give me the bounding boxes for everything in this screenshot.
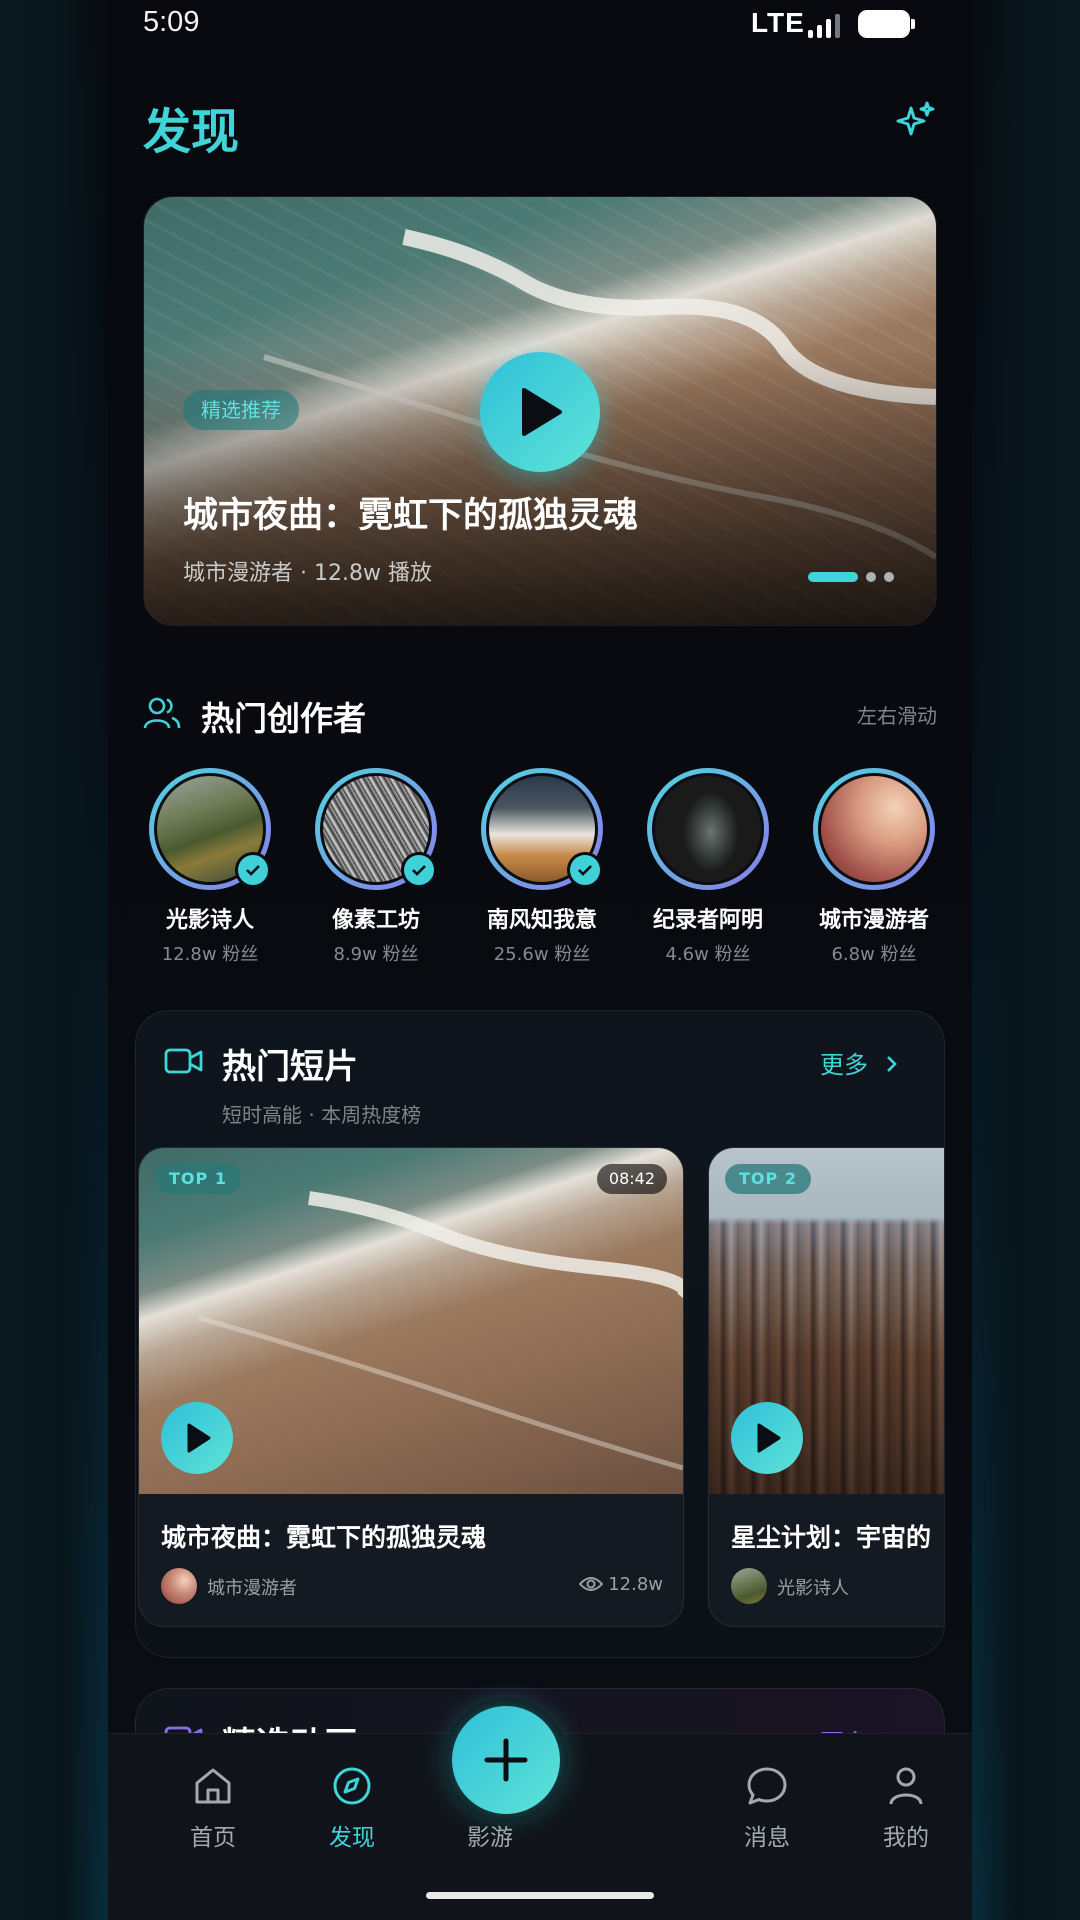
carousel-dot[interactable] — [884, 572, 894, 582]
creator-fans: 8.9w 粉丝 — [333, 944, 419, 965]
avatar-ring — [647, 768, 769, 890]
creator-fans: 4.6w 粉丝 — [665, 944, 751, 965]
status-bar: 5:09 LTE — [108, 0, 972, 50]
network-type: LTE — [751, 7, 805, 38]
hot-shorts-subtitle: 短时高能 · 本周热度榜 — [222, 1103, 422, 1127]
card-play-button[interactable] — [731, 1402, 803, 1474]
author-avatar — [731, 1568, 767, 1604]
tab-label: 我的 — [883, 1825, 929, 1851]
duration-badge: 08:42 — [596, 1164, 667, 1194]
card-title: 城市夜曲：霓虹下的孤独灵魂 — [161, 1523, 487, 1552]
carousel-dot-active[interactable] — [808, 572, 858, 582]
carousel-dot[interactable] — [866, 572, 876, 582]
user-icon — [889, 1767, 923, 1805]
hot-shorts-title: 热门短片 — [222, 1047, 358, 1087]
creator-fans: 25.6w 粉丝 — [493, 944, 591, 965]
fab-inner — [452, 1706, 560, 1814]
creators-section-title: 热门创作者 — [201, 699, 366, 738]
hero-banner[interactable]: 精选推荐 城市夜曲：霓虹下的孤独灵魂 城市漫游者 · 12.8w 播放 — [143, 196, 937, 626]
creator-name: 城市漫游者 — [818, 908, 929, 933]
avatar — [652, 773, 764, 885]
tab-label: 影游 — [467, 1825, 513, 1851]
creator-item[interactable]: 光影诗人 12.8w 粉丝 — [140, 768, 280, 966]
avatar-ring — [149, 768, 271, 890]
avatar-ring — [813, 768, 935, 890]
rank-badge: TOP 1 — [155, 1164, 241, 1194]
author-avatar — [161, 1568, 197, 1604]
creator-fans: 6.8w 粉丝 — [831, 944, 917, 965]
creator-fans: 12.8w 粉丝 — [161, 944, 259, 965]
eye-icon — [579, 1577, 603, 1591]
tab-label: 首页 — [190, 1825, 236, 1851]
avatar-ring — [481, 768, 603, 890]
avatar-ring — [315, 768, 437, 890]
video-card[interactable]: TOP 1 08:42 城市夜曲：霓虹下的孤独灵魂 城市漫游者 12.8w — [138, 1147, 684, 1627]
card-author: 城市漫游者 — [207, 1578, 297, 1599]
creator-item[interactable]: 南风知我意 25.6w 粉丝 — [472, 768, 612, 966]
creator-item[interactable]: 像素工坊 8.9w 粉丝 — [306, 768, 446, 966]
play-icon — [757, 1423, 781, 1453]
hero-play-button[interactable] — [480, 352, 600, 472]
tab-label: 发现 — [329, 1825, 375, 1851]
card-play-button[interactable] — [161, 1402, 233, 1474]
page-title: 发现 — [143, 104, 240, 160]
creator-item[interactable]: 纪录者阿明 4.6w 粉丝 — [638, 768, 778, 966]
tab-messages[interactable]: 消息 — [712, 1764, 822, 1852]
tab-home[interactable]: 首页 — [158, 1764, 268, 1852]
signal-icon — [808, 14, 840, 38]
creator-name: 像素工坊 — [331, 908, 420, 933]
phone-screen: 5:09 LTE 发现 精选推荐 城市夜曲：霓虹下的孤独灵魂 城市漫游者 · 1… — [108, 0, 972, 1920]
plus-icon — [484, 1738, 528, 1782]
compass-icon — [333, 1767, 371, 1805]
battery-icon — [858, 10, 915, 38]
creator-name: 南风知我意 — [486, 908, 597, 933]
play-icon — [187, 1423, 211, 1453]
status-time: 5:09 — [143, 6, 200, 38]
users-icon — [143, 697, 181, 729]
create-fab[interactable] — [444, 1698, 568, 1822]
more-label: 更多 — [820, 1051, 868, 1079]
card-title: 星尘计划：宇宙的 — [731, 1523, 932, 1552]
card-author: 光影诗人 — [777, 1578, 849, 1599]
creators-swipe-hint: 左右滑动 — [857, 704, 937, 728]
hot-shorts-more-link[interactable]: 更多 — [820, 1045, 898, 1080]
home-icon — [195, 1768, 231, 1804]
avatar — [818, 773, 930, 885]
tab-discover[interactable]: 发现 — [297, 1764, 407, 1852]
chat-icon — [747, 1767, 787, 1805]
verified-check-icon — [567, 852, 603, 888]
hot-shorts-panel: 热门短片 短时高能 · 本周热度榜 更多 TOP 1 08:42 城市夜曲：霓虹… — [135, 1010, 945, 1658]
tab-label: 消息 — [744, 1825, 790, 1851]
rank-badge: TOP 2 — [725, 1164, 811, 1194]
hero-meta: 城市漫游者 · 12.8w 播放 — [183, 561, 432, 586]
video-card[interactable]: TOP 2 星尘计划：宇宙的 光影诗人 — [708, 1147, 944, 1627]
chevron-right-icon — [886, 1056, 897, 1072]
hero-tag: 精选推荐 — [183, 390, 299, 430]
sparkle-icon[interactable] — [893, 100, 937, 144]
home-indicator[interactable] — [426, 1892, 654, 1899]
card-views: 12.8w — [608, 1574, 663, 1595]
play-icon — [522, 388, 562, 436]
hero-title: 城市夜曲：霓虹下的孤独灵魂 — [183, 496, 639, 536]
verified-check-icon — [401, 852, 437, 888]
creator-name: 光影诗人 — [165, 908, 254, 933]
video-camera-icon — [164, 1048, 203, 1074]
creator-name: 纪录者阿明 — [652, 908, 763, 933]
verified-check-icon — [235, 852, 271, 888]
creator-item[interactable]: 城市漫游者 6.8w 粉丝 — [804, 768, 944, 966]
tab-profile[interactable]: 我的 — [851, 1764, 961, 1852]
